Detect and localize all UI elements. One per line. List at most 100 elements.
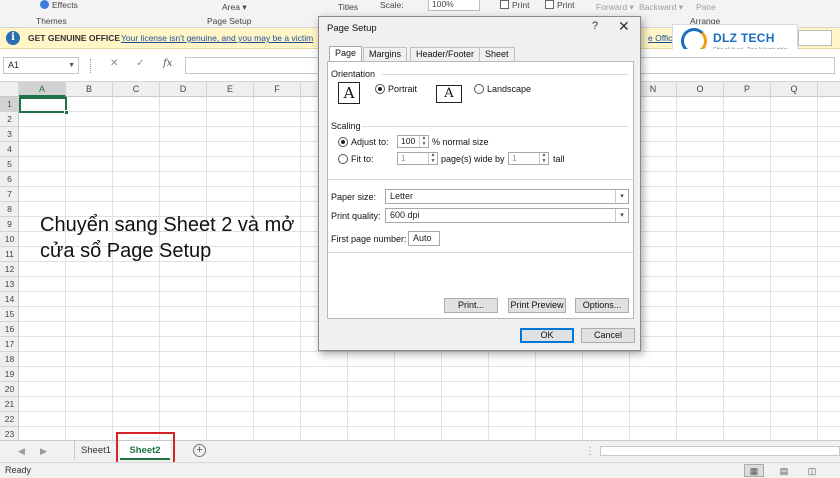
fill-handle[interactable] [64, 110, 69, 115]
row-header[interactable]: 21 [0, 397, 19, 412]
help-icon[interactable]: ? [592, 20, 598, 32]
column-header[interactable]: Q [771, 82, 818, 97]
row-header[interactable]: 13 [0, 277, 19, 292]
close-icon[interactable]: ✕ [618, 18, 630, 35]
row-header[interactable]: 20 [0, 382, 19, 397]
row-header[interactable]: 9 [0, 217, 19, 232]
message-bar-button[interactable] [798, 30, 832, 46]
landscape-radio[interactable] [474, 84, 484, 94]
landscape-label[interactable]: Landscape [487, 84, 531, 94]
row-header[interactable]: 12 [0, 262, 19, 277]
row-header[interactable]: 8 [0, 202, 19, 217]
row-header[interactable]: 15 [0, 307, 19, 322]
row-header[interactable]: 18 [0, 352, 19, 367]
sheet-tab-sheet1[interactable]: Sheet1 [74, 441, 118, 460]
status-ready: Ready [5, 465, 32, 475]
column-header[interactable]: O [677, 82, 724, 97]
add-sheet-icon[interactable]: + [193, 444, 206, 457]
tab-header-footer[interactable]: Header/Footer [410, 47, 481, 61]
row-header[interactable]: 7 [0, 187, 19, 202]
effects-button[interactable]: Effects [40, 0, 78, 10]
chevron-down-icon[interactable]: ▼ [68, 58, 75, 73]
bring-forward-button[interactable]: Forward ▾ [596, 2, 634, 13]
portrait-page-icon: A [338, 82, 360, 104]
horizontal-scrollbar[interactable] [600, 446, 840, 456]
active-cell-a1[interactable] [19, 97, 69, 115]
row-header[interactable]: 16 [0, 322, 19, 337]
column-header[interactable]: F [254, 82, 301, 97]
print-area-button[interactable]: Area ▾ [222, 2, 247, 13]
portrait-label[interactable]: Portrait [388, 84, 417, 94]
row-header[interactable]: 19 [0, 367, 19, 382]
print-button[interactable]: Print... [444, 298, 498, 313]
portrait-radio[interactable] [375, 84, 385, 94]
tab-splitter[interactable]: ⋮ [585, 446, 595, 457]
row-header[interactable]: 2 [0, 112, 19, 127]
divider [362, 126, 628, 127]
normal-view-icon[interactable]: ▦ [744, 464, 764, 477]
column-header[interactable]: E [207, 82, 254, 97]
paper-size-select[interactable]: Letter ▾ [385, 189, 629, 204]
license-link[interactable]: Your license isn't genuine, and you may … [121, 33, 313, 43]
row-header[interactable]: 11 [0, 247, 19, 262]
row-header[interactable]: 22 [0, 412, 19, 427]
options-button[interactable]: Options... [575, 298, 629, 313]
spinner-arrows-icon[interactable]: ▲ ▼ [419, 135, 428, 147]
enter-icon[interactable]: ✓ [136, 58, 144, 69]
tab-margins[interactable]: Margins [363, 47, 408, 61]
tab-sheet[interactable]: Sheet [479, 47, 515, 61]
name-box[interactable]: A1 ▼ [3, 57, 79, 74]
divider [328, 179, 633, 180]
adjust-to-radio[interactable] [338, 137, 348, 147]
gridlines-print-checkbox[interactable]: Print [500, 0, 529, 10]
column-header[interactable]: A [19, 82, 66, 97]
highlight-box [116, 432, 175, 464]
page-layout-view-icon[interactable]: ▤ [774, 464, 794, 477]
ok-button[interactable]: OK [520, 328, 574, 343]
row-header[interactable]: 17 [0, 337, 19, 352]
landscape-page-icon: A [436, 85, 462, 103]
column-header[interactable]: P [724, 82, 771, 97]
column-header[interactable]: D [160, 82, 207, 97]
selection-pane-button[interactable]: Pane [696, 2, 716, 12]
tutorial-annotation: Chuyển sang Sheet 2 và mở cửa sổ Page Se… [40, 214, 295, 262]
cancel-icon[interactable]: ✕ [110, 58, 118, 69]
row-header[interactable]: 4 [0, 142, 19, 157]
row-header[interactable]: 1 [0, 97, 19, 112]
scroll-left-icon[interactable]: ◀ [18, 446, 25, 457]
spinner-arrows-icon[interactable]: ▲ ▼ [539, 152, 548, 164]
row-header[interactable]: 6 [0, 172, 19, 187]
headings-print-checkbox[interactable]: Print [545, 0, 574, 10]
print-preview-button[interactable]: Print Preview [508, 298, 566, 313]
chevron-down-icon[interactable]: ▾ [615, 190, 628, 203]
column-header[interactable]: C [113, 82, 160, 97]
insert-function-icon[interactable]: fx [163, 58, 172, 69]
row-header[interactable]: 5 [0, 157, 19, 172]
adjust-to-spinner[interactable]: 100 ▲ ▼ [397, 135, 429, 148]
spinner-arrows-icon[interactable]: ▲ ▼ [428, 152, 437, 164]
print-titles-button[interactable]: Titles [338, 2, 358, 12]
column-header[interactable]: B [66, 82, 113, 97]
pages-tall-spinner[interactable]: 1 ▲ ▼ [508, 152, 549, 165]
cancel-button[interactable]: Cancel [581, 328, 635, 343]
scroll-right-icon[interactable]: ▶ [40, 446, 47, 457]
divider [328, 252, 633, 253]
row-header[interactable]: 10 [0, 232, 19, 247]
print-quality-label: Print quality: [331, 211, 381, 221]
adjust-to-label[interactable]: Adjust to: [351, 137, 389, 147]
fit-to-label[interactable]: Fit to: [351, 154, 374, 164]
scale-input[interactable]: 100% [428, 0, 480, 11]
print-quality-select[interactable]: 600 dpi ▾ [385, 208, 629, 223]
checkbox-icon [545, 0, 554, 9]
send-backward-button[interactable]: Backward ▾ [639, 2, 683, 13]
pages-wide-label: page(s) wide by [441, 154, 505, 164]
pages-wide-spinner[interactable]: 1 ▲ ▼ [397, 152, 438, 165]
first-page-number-input[interactable]: Auto [408, 231, 440, 246]
row-header[interactable]: 3 [0, 127, 19, 142]
page-break-view-icon[interactable]: ◫ [802, 464, 822, 477]
row-header[interactable]: 14 [0, 292, 19, 307]
select-all-corner[interactable] [0, 82, 19, 97]
fit-to-radio[interactable] [338, 154, 348, 164]
tab-page[interactable]: Page [329, 46, 363, 62]
chevron-down-icon[interactable]: ▾ [615, 209, 628, 222]
